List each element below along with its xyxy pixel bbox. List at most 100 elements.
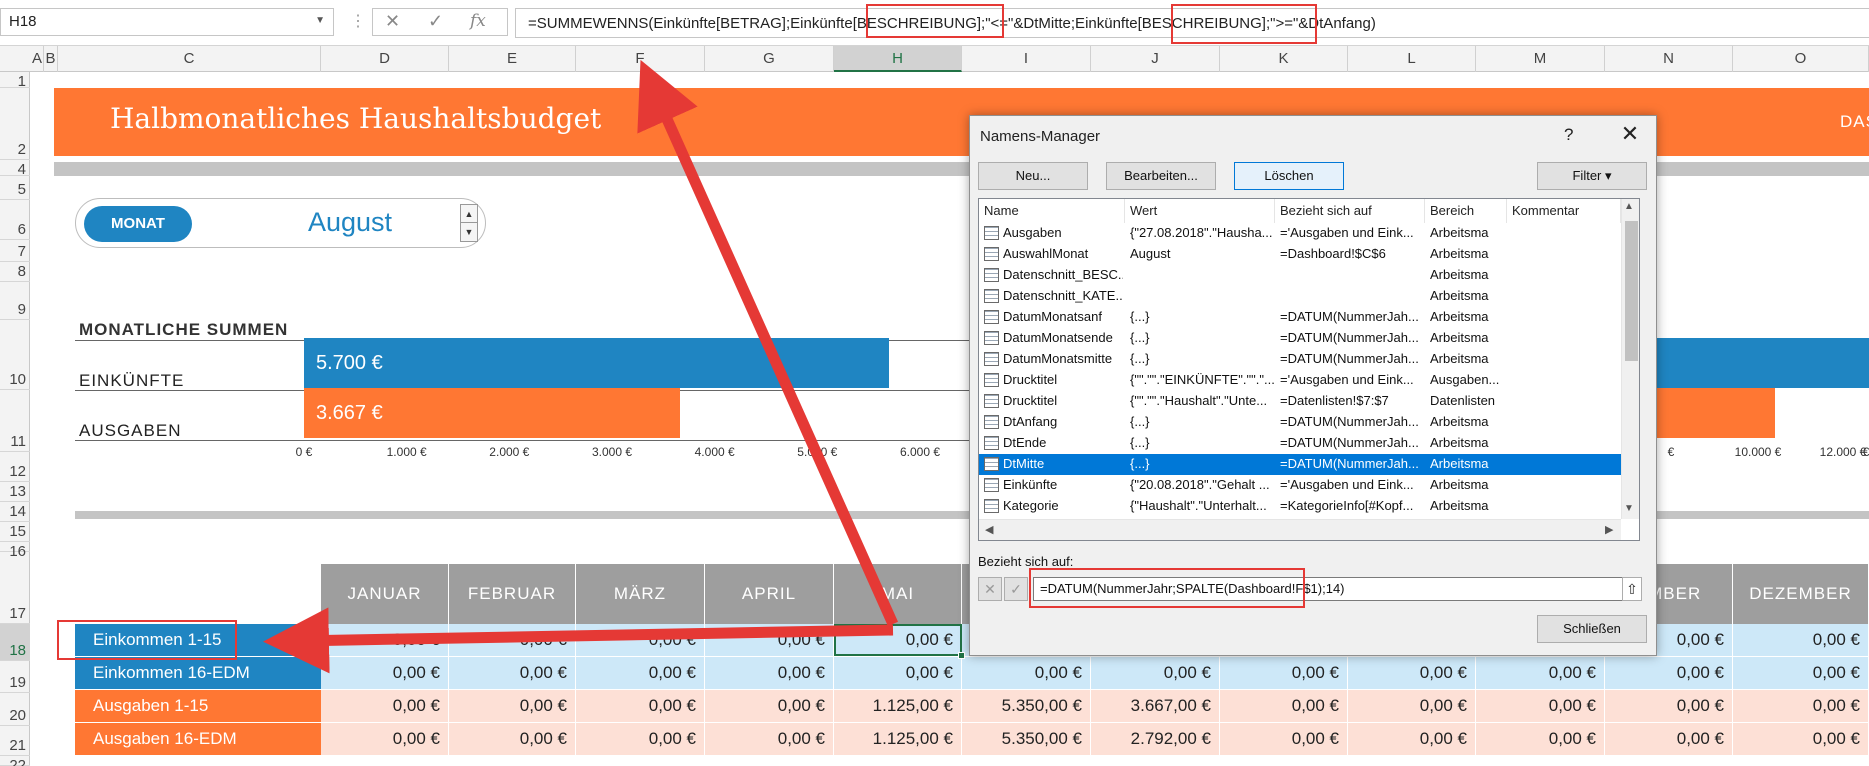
close-button[interactable]: Schließen bbox=[1537, 615, 1647, 643]
table-cell[interactable]: 0,00 € bbox=[1476, 690, 1605, 722]
column-header-f[interactable]: F bbox=[576, 46, 705, 72]
row-header-12[interactable]: 12 bbox=[0, 452, 30, 482]
table-cell[interactable]: 0,00 € bbox=[1348, 723, 1476, 755]
table-cell[interactable]: 0,00 € bbox=[962, 657, 1091, 689]
table-cell[interactable]: 5.350,00 € bbox=[962, 723, 1091, 755]
row-header-14[interactable]: 14 bbox=[0, 502, 30, 522]
name-list-item[interactable]: Kategorie {"Haushalt"."Unterhalt... =Kateg… bbox=[979, 496, 1621, 517]
name-list-item[interactable]: Datenschnitt_BESC... Arbeitsma bbox=[979, 265, 1621, 286]
table-cell[interactable]: 0,00 € bbox=[1733, 690, 1869, 722]
table-cell[interactable]: 0,00 € bbox=[705, 624, 834, 656]
table-cell[interactable]: 2.792,00 € bbox=[1091, 723, 1220, 755]
table-cell[interactable]: 3.667,00 € bbox=[1091, 690, 1220, 722]
horizontal-scrollbar[interactable]: ◀ ▶ bbox=[979, 519, 1621, 540]
delete-button[interactable]: Löschen bbox=[1234, 162, 1344, 190]
scroll-left-icon[interactable]: ◀ bbox=[985, 523, 993, 536]
name-list-item[interactable]: DtMitte {...} =DATUM(NummerJah... Arbeitsma bbox=[979, 454, 1621, 475]
row-header-15[interactable]: 15 bbox=[0, 522, 30, 542]
table-cell[interactable]: 0,00 € bbox=[834, 624, 962, 656]
month-spinner[interactable]: ▲ ▼ bbox=[460, 204, 478, 242]
x-icon[interactable]: ✕ bbox=[385, 11, 400, 32]
table-cell[interactable]: 0,00 € bbox=[1091, 657, 1220, 689]
row-header-13[interactable]: 13 bbox=[0, 482, 30, 502]
row-header-7[interactable]: 7 bbox=[0, 240, 30, 262]
new-button[interactable]: Neu... bbox=[978, 162, 1088, 190]
table-cell[interactable]: 0,00 € bbox=[321, 723, 449, 755]
column-header-e[interactable]: E bbox=[449, 46, 576, 72]
column-header-d[interactable]: D bbox=[321, 46, 449, 72]
table-cell[interactable]: 0,00 € bbox=[1476, 723, 1605, 755]
table-cell[interactable]: 0,00 € bbox=[576, 624, 705, 656]
row-header-1[interactable]: 1 bbox=[0, 72, 30, 90]
spin-down-icon[interactable]: ▼ bbox=[461, 223, 477, 241]
row-header-11[interactable]: 11 bbox=[0, 390, 30, 452]
fx-icon[interactable]: fx bbox=[470, 11, 486, 31]
column-header-k[interactable]: K bbox=[1220, 46, 1348, 72]
table-cell[interactable]: 0,00 € bbox=[1348, 690, 1476, 722]
table-cell[interactable]: 0,00 € bbox=[1348, 657, 1476, 689]
table-cell[interactable]: 0,00 € bbox=[576, 657, 705, 689]
col-value-header[interactable]: Wert bbox=[1125, 199, 1275, 223]
table-cell[interactable]: 0,00 € bbox=[1605, 690, 1733, 722]
column-header-j[interactable]: J bbox=[1091, 46, 1220, 72]
table-cell[interactable]: 0,00 € bbox=[705, 690, 834, 722]
name-list-item[interactable]: Drucktitel {"".""."EINKÜNFTE".""."... ='Au… bbox=[979, 370, 1621, 391]
row-header-16[interactable]: 16 bbox=[0, 542, 30, 560]
name-list-item[interactable]: Ausgaben {"27.08.2018"."Hausha... ='Ausgab… bbox=[979, 223, 1621, 244]
column-header-g[interactable]: G bbox=[705, 46, 834, 72]
check-icon[interactable]: ✓ bbox=[428, 11, 443, 32]
table-cell[interactable]: 5.350,00 € bbox=[962, 690, 1091, 722]
row-header-20[interactable]: 20 bbox=[0, 693, 30, 726]
row-header-2[interactable]: 2 bbox=[0, 88, 30, 160]
row-header-10[interactable]: 10 bbox=[0, 320, 30, 390]
column-header-c[interactable]: C bbox=[58, 46, 321, 72]
table-cell[interactable]: 0,00 € bbox=[1220, 690, 1348, 722]
name-list-item[interactable]: DatumMonatsende {...} =DATUM(NummerJah... A… bbox=[979, 328, 1621, 349]
row-header-4[interactable]: 4 bbox=[0, 160, 30, 178]
name-list-item[interactable]: DtEnde {...} =DATUM(NummerJah... Arbeitsma bbox=[979, 433, 1621, 454]
table-cell[interactable]: 1.125,00 € bbox=[834, 690, 962, 722]
dashboard-nav[interactable]: DASH bbox=[1840, 112, 1869, 132]
table-cell[interactable]: 0,00 € bbox=[321, 690, 449, 722]
names-list[interactable]: Name Wert Bezieht sich auf Bereich Komme… bbox=[978, 198, 1640, 541]
table-cell[interactable]: 0,00 € bbox=[449, 624, 576, 656]
scroll-down-icon[interactable]: ▼ bbox=[1624, 503, 1634, 514]
close-icon[interactable]: ✕ bbox=[1614, 120, 1646, 148]
table-cell[interactable]: 0,00 € bbox=[449, 657, 576, 689]
row-header-17[interactable]: 17 bbox=[0, 552, 30, 624]
row-header-5[interactable]: 5 bbox=[0, 176, 30, 200]
fill-handle[interactable] bbox=[958, 652, 965, 659]
column-header-l[interactable]: L bbox=[1348, 46, 1476, 72]
month-button[interactable]: MONAT bbox=[84, 206, 192, 242]
row-header-21[interactable]: 21 bbox=[0, 726, 30, 756]
column-header-i[interactable]: I bbox=[962, 46, 1091, 72]
table-cell[interactable]: 0,00 € bbox=[1220, 657, 1348, 689]
col-refers-header[interactable]: Bezieht sich auf bbox=[1275, 199, 1425, 223]
table-cell[interactable]: 0,00 € bbox=[576, 723, 705, 755]
table-cell[interactable]: 0,00 € bbox=[705, 723, 834, 755]
column-header-b[interactable]: B bbox=[44, 46, 58, 72]
column-header-h[interactable]: H bbox=[834, 46, 962, 72]
scroll-right-icon[interactable]: ▶ bbox=[1605, 523, 1613, 536]
table-cell[interactable]: 0,00 € bbox=[449, 690, 576, 722]
row-header-9[interactable]: 9 bbox=[0, 282, 30, 320]
name-list-item[interactable]: DatumMonatsanf {...} =DATUM(NummerJah... Ar… bbox=[979, 307, 1621, 328]
chevron-down-icon[interactable]: ▼ bbox=[315, 15, 325, 26]
col-scope-header[interactable]: Bereich bbox=[1425, 199, 1507, 223]
name-box[interactable]: H18 ▼ bbox=[0, 8, 334, 36]
table-cell[interactable]: 0,00 € bbox=[705, 657, 834, 689]
row-header-22[interactable]: 22 bbox=[0, 756, 30, 766]
col-comment-header[interactable]: Kommentar bbox=[1507, 199, 1621, 223]
table-cell[interactable]: 0,00 € bbox=[321, 657, 449, 689]
table-cell[interactable]: 0,00 € bbox=[321, 624, 449, 656]
column-header-m[interactable]: M bbox=[1476, 46, 1605, 72]
collapse-dialog-icon[interactable]: ⇧ bbox=[1622, 577, 1642, 601]
column-header-a[interactable]: A bbox=[31, 46, 44, 72]
column-header-o[interactable]: O bbox=[1733, 46, 1869, 72]
scroll-up-icon[interactable]: ▲ bbox=[1624, 201, 1634, 212]
edit-button[interactable]: Bearbeiten... bbox=[1106, 162, 1216, 190]
table-cell[interactable]: 0,00 € bbox=[1733, 723, 1869, 755]
table-cell[interactable]: 1.125,00 € bbox=[834, 723, 962, 755]
name-list-item[interactable]: Datenschnitt_KATE... Arbeitsma bbox=[979, 286, 1621, 307]
name-list-item[interactable]: DtAnfang {...} =DATUM(NummerJah... Arbeitsm… bbox=[979, 412, 1621, 433]
